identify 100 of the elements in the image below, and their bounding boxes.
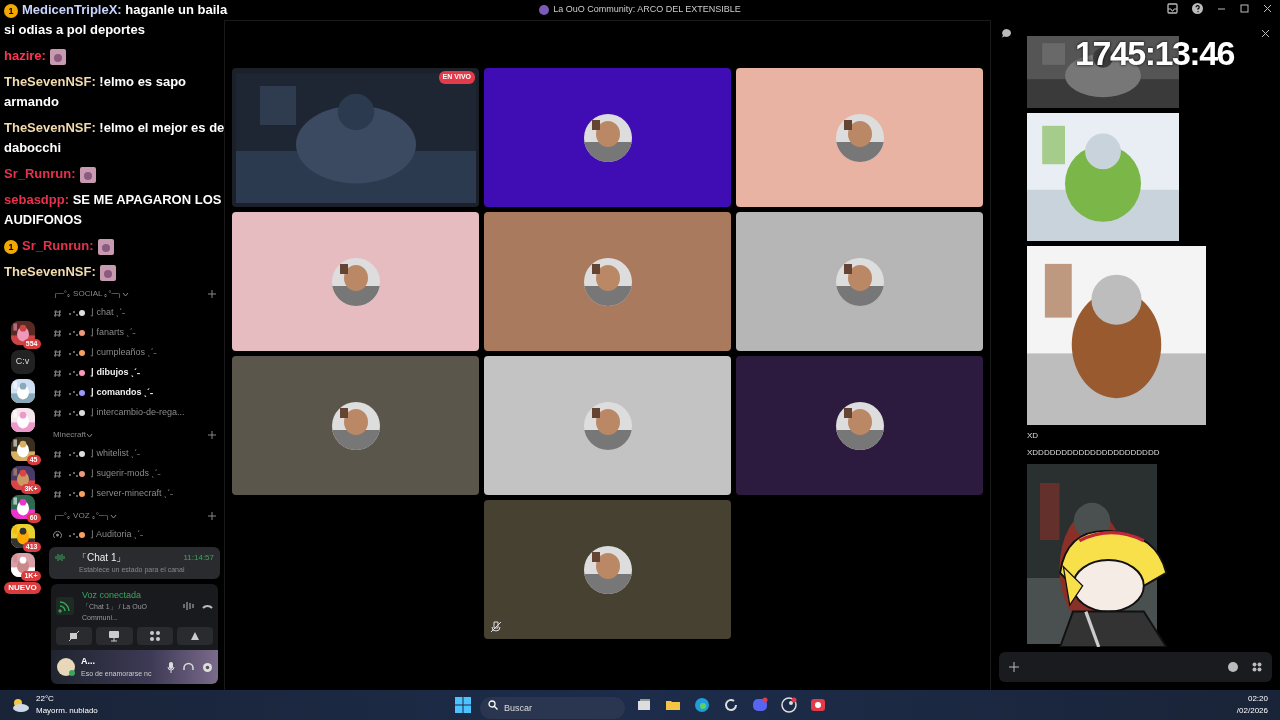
channel-item[interactable]: ⌋ sugerir-mods ˎˊ˗ — [45, 464, 224, 484]
server-button[interactable] — [10, 408, 35, 432]
search-icon — [488, 700, 498, 710]
weather-text: Mayorm. nublado — [36, 705, 98, 717]
refresh-icon[interactable] — [723, 697, 739, 713]
hash-icon — [53, 388, 62, 398]
caret-icon — [122, 291, 130, 297]
weather-icon — [10, 697, 30, 713]
settings-icon[interactable] — [202, 661, 213, 673]
plus-icon[interactable] — [208, 431, 216, 439]
screen-share-icon — [108, 630, 121, 642]
participant-tile[interactable] — [232, 212, 479, 351]
participant-tile[interactable] — [232, 356, 479, 495]
sparkle-icon — [67, 329, 85, 337]
close-icon[interactable] — [1263, 4, 1272, 13]
steam-icon[interactable] — [781, 697, 797, 713]
connection-status: Voz conectada — [82, 588, 143, 602]
participant-tile[interactable] — [484, 500, 731, 639]
user-name: A... — [81, 655, 96, 668]
soundboard-button[interactable] — [176, 627, 213, 645]
channel-item[interactable]: ⌋ intercambio-de-rega... — [45, 403, 224, 423]
participant-tile[interactable] — [484, 68, 731, 207]
message-field[interactable] — [999, 652, 1272, 682]
server-button[interactable]: C:v — [10, 350, 35, 374]
message-text: XD — [1027, 430, 1040, 442]
participant-tile[interactable] — [736, 212, 983, 351]
server-button[interactable] — [10, 495, 35, 519]
chat-message: hazire: — [4, 46, 240, 66]
category-title[interactable]: ╭─°｡ VOZ ｡°─╮ — [53, 510, 110, 522]
microphone-icon[interactable] — [167, 661, 175, 673]
emote-icon — [97, 238, 114, 255]
channel-item[interactable]: ⌋ cumpleaños ˎˊ˗ — [45, 343, 224, 363]
hash-icon — [53, 449, 62, 459]
help-icon[interactable] — [1192, 3, 1203, 14]
server-icon — [539, 5, 550, 15]
timer-text: 1745:13:46 — [1075, 33, 1234, 74]
chat-message: 1 Sr_Runrun: — [4, 236, 240, 256]
emoji-icon[interactable] — [1228, 662, 1238, 672]
emote-icon — [99, 264, 116, 281]
sparkle-icon — [67, 490, 85, 498]
sparkle-icon — [67, 450, 85, 458]
server-button[interactable] — [10, 379, 35, 403]
caret-icon — [109, 513, 117, 519]
headphones-icon[interactable] — [183, 662, 194, 672]
clock-date: /02/2026 — [1236, 705, 1268, 717]
plus-icon[interactable] — [208, 512, 216, 520]
apps-icon[interactable] — [1252, 662, 1262, 672]
inbox-icon[interactable] — [1167, 3, 1178, 14]
voice-channel-item[interactable]: ⌋ Auditoria ˎˊ˗ — [45, 525, 224, 545]
camera-off-button[interactable] — [56, 627, 93, 645]
channel-item[interactable]: ⌋ comandos ˎˊ˗ — [45, 383, 224, 403]
screen-share-button[interactable] — [96, 627, 133, 645]
camera-off-icon — [68, 630, 81, 642]
chat-message: sebasdpp: SE ME APAGARON LOS AUDIFONOS — [4, 191, 223, 229]
chat-message: TheSevenNSF: !elmo el mejor es de dabocchi — [4, 119, 226, 157]
category-title[interactable]: Minecraft — [53, 429, 86, 441]
channel-item[interactable]: ⌋ dibujos ˎˊ˗ — [45, 363, 224, 383]
task-view-icon[interactable] — [636, 697, 652, 713]
window-title: La OuO Community: ARCO DEL EXTENSIBLE — [553, 3, 741, 17]
hash-icon — [53, 308, 62, 318]
channel-item[interactable]: ⌋ chat ˎˊ˗ — [45, 303, 224, 323]
category-title[interactable]: ╭─°｡ SOCIAL ｡°─╮ — [53, 288, 123, 300]
channel-item[interactable]: ⌋ fanarts ˎˊ˗ — [45, 323, 224, 343]
sparkle-icon — [67, 309, 85, 317]
activities-button[interactable] — [136, 627, 173, 645]
server-button[interactable] — [10, 437, 35, 461]
temperature: 22°C — [36, 693, 55, 705]
hash-icon — [53, 368, 62, 378]
record-icon[interactable] — [810, 697, 826, 713]
server-button[interactable] — [10, 524, 35, 548]
channel-item[interactable]: ⌋ server-minecraft ˎˊ˗ — [45, 484, 224, 504]
sparkle-icon — [67, 369, 85, 377]
sound-wave-icon[interactable] — [183, 600, 194, 611]
participant-tile[interactable] — [484, 356, 731, 495]
plus-icon[interactable] — [1009, 662, 1019, 672]
emote-icon — [79, 166, 96, 183]
browser-icon[interactable] — [694, 697, 710, 713]
chat-message: TheSevenNSF: !elmo es sapo armando — [4, 73, 188, 111]
chat-app-icon[interactable] — [752, 697, 768, 713]
participant-tile[interactable] — [736, 68, 983, 207]
emote-icon — [49, 48, 66, 65]
call-time: 11:14:57 — [183, 551, 214, 564]
channel-item[interactable]: ⌋ whitelist ˎˊ˗ — [45, 444, 224, 464]
message-text: XDDDDDDDDDDDDDDDDDDDDDD — [1027, 447, 1161, 459]
participant-tile[interactable] — [736, 356, 983, 495]
hash-icon — [53, 489, 62, 499]
hang-up-icon[interactable] — [202, 602, 213, 610]
plus-icon[interactable] — [208, 290, 216, 298]
chat-bubble-icon[interactable] — [1001, 28, 1012, 38]
chat-message: 1 MedicenTripleX: haganle un baila si odias a pol deportes — [4, 1, 229, 39]
sparkle-icon — [67, 531, 85, 539]
close-icon[interactable] — [1261, 28, 1270, 38]
sparkle-icon — [67, 409, 85, 417]
soundboard-icon — [188, 630, 201, 642]
participant-tile[interactable] — [484, 212, 731, 351]
hash-icon — [53, 348, 62, 358]
maximize-icon[interactable] — [1240, 4, 1249, 13]
activities-icon — [148, 630, 161, 642]
search-field[interactable]: Buscar — [480, 697, 625, 719]
avatar-icon — [56, 657, 76, 677]
